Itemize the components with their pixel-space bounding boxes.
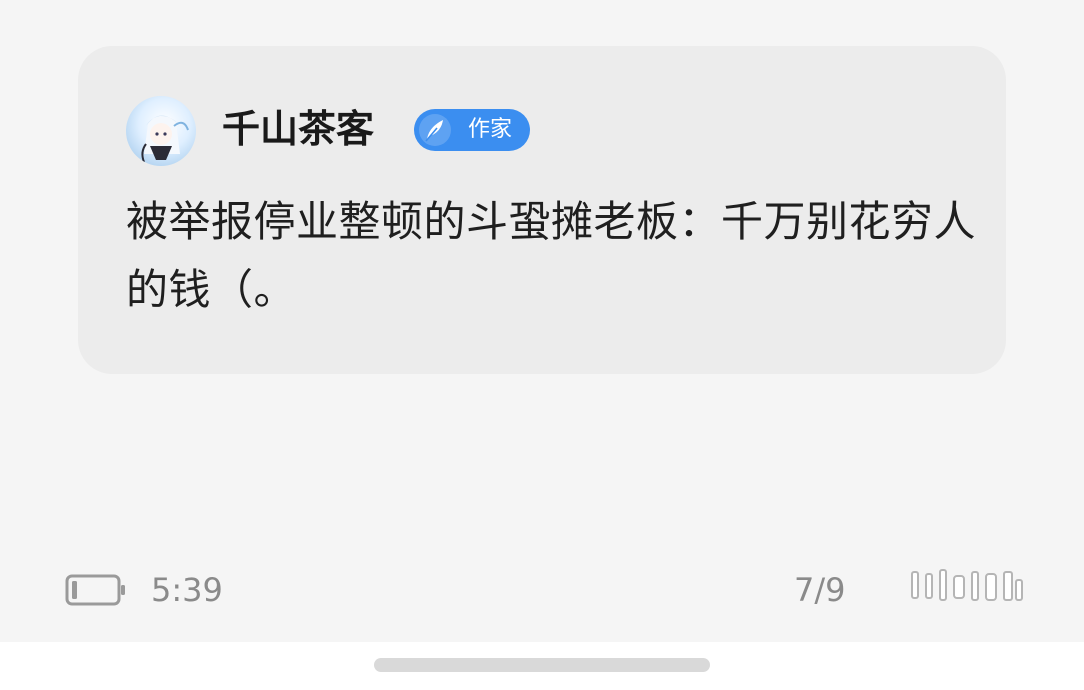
post-text[interactable]: 被举报停业整顿的斗蛩摊老板：千万别花穷人的钱（。 xyxy=(126,188,976,324)
app-watermark-logo xyxy=(911,569,1023,601)
home-indicator[interactable] xyxy=(374,658,710,672)
post-card[interactable]: 千山茶客 作家 被举报停业整顿的斗蛩摊老板：千万别花穷人的钱（。 xyxy=(78,46,1006,374)
page-counter: 7/9 xyxy=(794,571,846,609)
author-avatar[interactable] xyxy=(126,96,196,166)
status-time: 5:39 xyxy=(151,571,223,609)
author-name[interactable]: 千山茶客 xyxy=(222,104,374,154)
bottom-bar xyxy=(0,642,1084,690)
quill-feather-icon xyxy=(417,112,453,148)
anime-avatar-icon xyxy=(141,115,189,163)
badge-label: 作家 xyxy=(468,117,513,142)
reader-page: 千山茶客 作家 被举报停业整顿的斗蛩摊老板：千万别花穷人的钱（。 5:39 7/… xyxy=(0,0,1084,690)
author-badge: 作家 xyxy=(414,109,530,151)
battery-icon xyxy=(65,574,125,606)
